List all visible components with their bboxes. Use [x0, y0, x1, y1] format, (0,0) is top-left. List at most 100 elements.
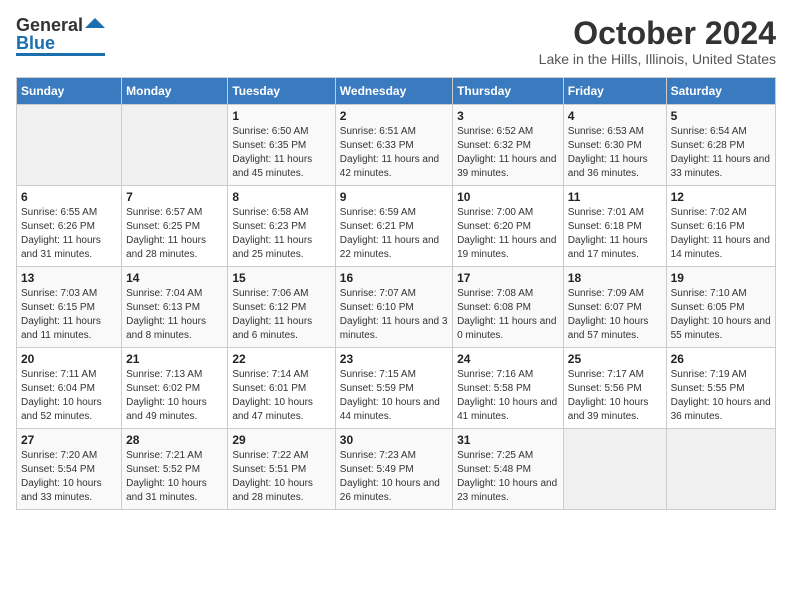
calendar-cell: 21 Sunrise: 7:13 AMSunset: 6:02 PMDayligh…: [122, 348, 228, 429]
day-number: 7: [126, 190, 223, 204]
calendar-cell: 20 Sunrise: 7:11 AMSunset: 6:04 PMDayligh…: [17, 348, 122, 429]
day-info: Sunrise: 7:21 AMSunset: 5:52 PMDaylight:…: [126, 449, 223, 505]
day-number: 19: [671, 271, 771, 285]
calendar-cell: 26Sunrise: 7:19 AMSunset: 5:55 PMDayligh…: [666, 348, 775, 429]
day-info: Sunrise: 6:54 AMSunset: 6:28 PMDaylight:…: [671, 125, 771, 181]
day-info: Sunrise: 7:13 AMSunset: 6:02 PMDaylight:…: [126, 368, 223, 424]
day-info: Sunrise: 7:11 AMSunset: 6:04 PMDaylight:…: [21, 368, 117, 424]
day-number: 13: [21, 271, 117, 285]
calendar-cell: 24 Sunrise: 7:16 AMSunset: 5:58 PMDayligh…: [453, 348, 564, 429]
calendar-cell: 8Sunrise: 6:58 AMSunset: 6:23 PMDaylight…: [228, 186, 335, 267]
calendar-cell: [563, 429, 666, 510]
day-number: 8: [232, 190, 330, 204]
weekday-header: Friday: [563, 78, 666, 105]
calendar-cell: 23 Sunrise: 7:15 AMSunset: 5:59 PMDayligh…: [335, 348, 452, 429]
day-number: 5: [671, 109, 771, 123]
calendar-cell: [17, 105, 122, 186]
day-info: Sunrise: 7:06 AMSunset: 6:12 PMDaylight:…: [232, 287, 330, 343]
day-info: Sunrise: 6:50 AMSunset: 6:35 PMDaylight:…: [232, 125, 330, 181]
day-info: Sunrise: 7:19 AMSunset: 5:55 PMDaylight:…: [671, 368, 771, 424]
day-number: 2: [340, 109, 448, 123]
calendar-cell: 5 Sunrise: 6:54 AMSunset: 6:28 PMDaylight…: [666, 105, 775, 186]
day-number: 1: [232, 109, 330, 123]
day-info: Sunrise: 7:07 AMSunset: 6:10 PMDaylight:…: [340, 287, 448, 343]
day-info: Sunrise: 7:02 AMSunset: 6:16 PMDaylight:…: [671, 206, 771, 262]
calendar-cell: 1 Sunrise: 6:50 AMSunset: 6:35 PMDaylight…: [228, 105, 335, 186]
day-info: Sunrise: 7:10 AMSunset: 6:05 PMDaylight:…: [671, 287, 771, 343]
calendar-cell: 6 Sunrise: 6:55 AMSunset: 6:26 PMDaylight…: [17, 186, 122, 267]
day-info: Sunrise: 6:57 AMSunset: 6:25 PMDaylight:…: [126, 206, 223, 262]
month-title: October 2024: [539, 16, 776, 51]
weekday-header: Thursday: [453, 78, 564, 105]
day-info: Sunrise: 7:16 AMSunset: 5:58 PMDaylight:…: [457, 368, 559, 424]
calendar-cell: 16 Sunrise: 7:07 AMSunset: 6:10 PMDayligh…: [335, 267, 452, 348]
calendar-table: SundayMondayTuesdayWednesdayThursdayFrid…: [16, 77, 776, 510]
day-number: 14: [126, 271, 223, 285]
calendar-cell: [122, 105, 228, 186]
calendar-cell: 30 Sunrise: 7:23 AMSunset: 5:49 PMDayligh…: [335, 429, 452, 510]
calendar-cell: 13 Sunrise: 7:03 AMSunset: 6:15 PMDayligh…: [17, 267, 122, 348]
weekday-header: Saturday: [666, 78, 775, 105]
weekday-header: Tuesday: [228, 78, 335, 105]
day-number: 10: [457, 190, 559, 204]
day-info: Sunrise: 7:25 AMSunset: 5:48 PMDaylight:…: [457, 449, 559, 505]
day-info: Sunrise: 6:55 AMSunset: 6:26 PMDaylight:…: [21, 206, 117, 262]
day-number: 25: [568, 352, 662, 366]
day-number: 31: [457, 433, 559, 447]
day-number: 22: [232, 352, 330, 366]
day-number: 15: [232, 271, 330, 285]
page-header: General Blue October 2024 Lake in the Hi…: [16, 16, 776, 67]
day-number: 21: [126, 352, 223, 366]
day-number: 11: [568, 190, 662, 204]
calendar-cell: 12 Sunrise: 7:02 AMSunset: 6:16 PMDayligh…: [666, 186, 775, 267]
day-number: 24: [457, 352, 559, 366]
day-info: Sunrise: 7:15 AMSunset: 5:59 PMDaylight:…: [340, 368, 448, 424]
calendar-cell: 18Sunrise: 7:09 AMSunset: 6:07 PMDayligh…: [563, 267, 666, 348]
day-info: Sunrise: 7:20 AMSunset: 5:54 PMDaylight:…: [21, 449, 117, 505]
day-number: 20: [21, 352, 117, 366]
calendar-cell: 4 Sunrise: 6:53 AMSunset: 6:30 PMDaylight…: [563, 105, 666, 186]
day-number: 6: [21, 190, 117, 204]
calendar-cell: 28 Sunrise: 7:21 AMSunset: 5:52 PMDayligh…: [122, 429, 228, 510]
day-number: 28: [126, 433, 223, 447]
calendar-cell: 14 Sunrise: 7:04 AMSunset: 6:13 PMDayligh…: [122, 267, 228, 348]
weekday-header: Sunday: [17, 78, 122, 105]
calendar-cell: [666, 429, 775, 510]
day-info: Sunrise: 6:52 AMSunset: 6:32 PMDaylight:…: [457, 125, 559, 181]
calendar-cell: 3 Sunrise: 6:52 AMSunset: 6:32 PMDaylight…: [453, 105, 564, 186]
day-number: 27: [21, 433, 117, 447]
day-number: 4: [568, 109, 662, 123]
location-title: Lake in the Hills, Illinois, United Stat…: [539, 51, 776, 67]
day-info: Sunrise: 7:01 AMSunset: 6:18 PMDaylight:…: [568, 206, 662, 262]
logo: General Blue: [16, 16, 105, 56]
day-number: 3: [457, 109, 559, 123]
calendar-cell: 27 Sunrise: 7:20 AMSunset: 5:54 PMDayligh…: [17, 429, 122, 510]
title-block: October 2024 Lake in the Hills, Illinois…: [539, 16, 776, 67]
day-info: Sunrise: 7:23 AMSunset: 5:49 PMDaylight:…: [340, 449, 448, 505]
calendar-cell: 9 Sunrise: 6:59 AMSunset: 6:21 PMDaylight…: [335, 186, 452, 267]
calendar-cell: 2Sunrise: 6:51 AMSunset: 6:33 PMDaylight…: [335, 105, 452, 186]
calendar-cell: 31 Sunrise: 7:25 AMSunset: 5:48 PMDayligh…: [453, 429, 564, 510]
day-info: Sunrise: 7:09 AMSunset: 6:07 PMDaylight:…: [568, 287, 662, 343]
day-number: 9: [340, 190, 448, 204]
calendar-cell: 25 Sunrise: 7:17 AMSunset: 5:56 PMDayligh…: [563, 348, 666, 429]
day-number: 16: [340, 271, 448, 285]
calendar-cell: 15 Sunrise: 7:06 AMSunset: 6:12 PMDayligh…: [228, 267, 335, 348]
logo-blue: Blue: [16, 34, 55, 52]
day-info: Sunrise: 7:03 AMSunset: 6:15 PMDaylight:…: [21, 287, 117, 343]
weekday-header: Monday: [122, 78, 228, 105]
day-number: 29: [232, 433, 330, 447]
calendar-cell: 22 Sunrise: 7:14 AMSunset: 6:01 PMDayligh…: [228, 348, 335, 429]
calendar-cell: 29Sunrise: 7:22 AMSunset: 5:51 PMDayligh…: [228, 429, 335, 510]
calendar-cell: 10Sunrise: 7:00 AMSunset: 6:20 PMDayligh…: [453, 186, 564, 267]
day-info: Sunrise: 6:59 AMSunset: 6:21 PMDaylight:…: [340, 206, 448, 262]
day-info: Sunrise: 6:53 AMSunset: 6:30 PMDaylight:…: [568, 125, 662, 181]
day-info: Sunrise: 7:17 AMSunset: 5:56 PMDaylight:…: [568, 368, 662, 424]
day-info: Sunrise: 7:04 AMSunset: 6:13 PMDaylight:…: [126, 287, 223, 343]
day-number: 30: [340, 433, 448, 447]
weekday-header: Wednesday: [335, 78, 452, 105]
day-number: 12: [671, 190, 771, 204]
calendar-cell: 11 Sunrise: 7:01 AMSunset: 6:18 PMDayligh…: [563, 186, 666, 267]
day-info: Sunrise: 7:14 AMSunset: 6:01 PMDaylight:…: [232, 368, 330, 424]
day-number: 23: [340, 352, 448, 366]
